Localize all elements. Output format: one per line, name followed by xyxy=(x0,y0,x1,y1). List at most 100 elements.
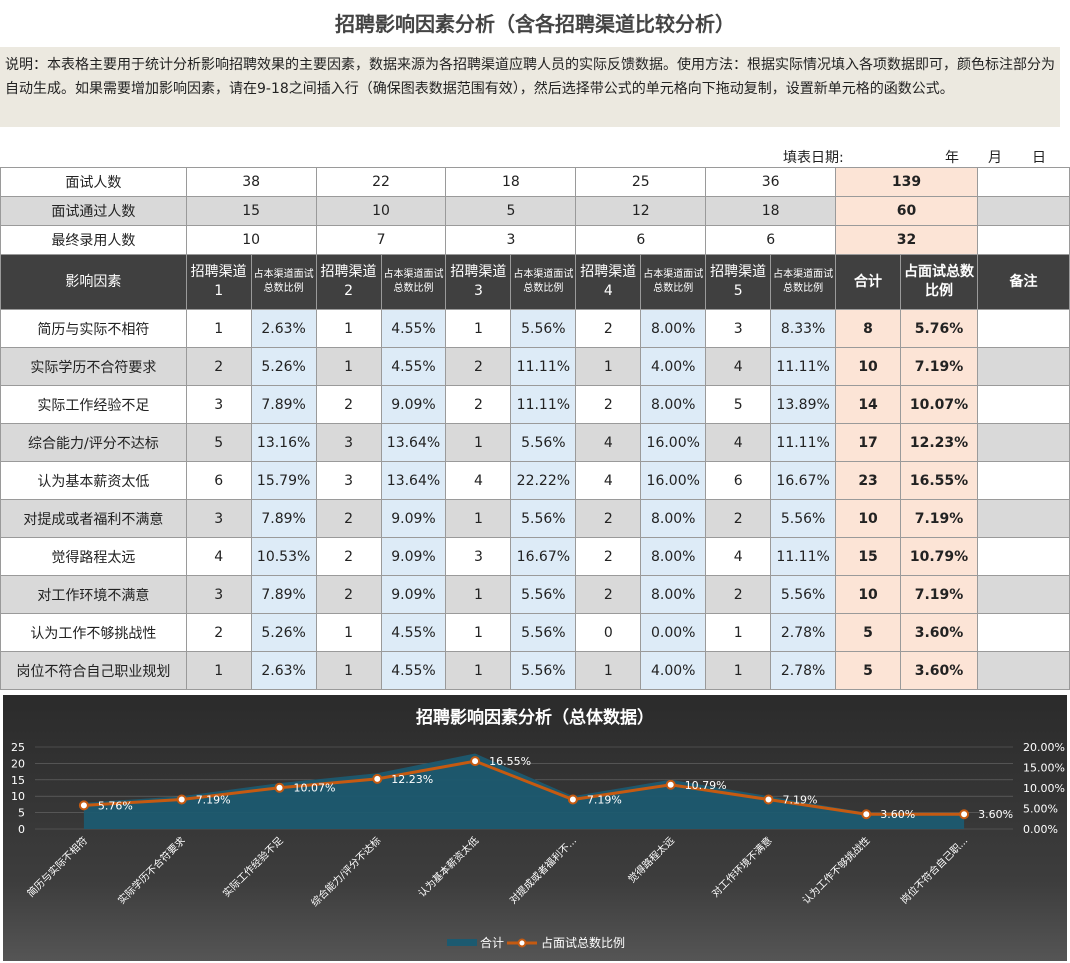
channel-ratio-cell: 4.55% xyxy=(380,347,447,386)
channel-ratio-cell: 4.55% xyxy=(380,613,447,652)
channel-ratio-cell: 5.56% xyxy=(510,309,577,348)
row-total: 10 xyxy=(835,347,902,386)
channel-ratio-cell: 8.00% xyxy=(640,385,707,424)
factor-table: 面试人数 38 22 18 25 36 139 面试通过人数 15 10 5 12 18 60 最终录用人数… xyxy=(0,167,1070,690)
channel-count-cell: 6 xyxy=(185,461,252,500)
channel-count-cell: 4 xyxy=(185,537,252,576)
line-point xyxy=(176,794,187,805)
channel-ratio-cell: 13.64% xyxy=(380,461,447,500)
summary-label: 面试通过人数 xyxy=(0,196,187,226)
table-row: 认为工作不够挑战性 2 5.26% 1 4.55% 1 5.56% 0 0.00% 1 2.78% 5… xyxy=(0,613,1070,652)
channel-ratio-cell: 16.00% xyxy=(640,461,707,500)
legend-label-ratio: 占面试总数比例 xyxy=(541,935,625,950)
channel-ratio-cell: 5.56% xyxy=(510,651,577,690)
channel-count-cell: 6 xyxy=(705,461,772,500)
factor-label: 岗位不符合自己职业规划 xyxy=(0,651,187,690)
channel-ratio-cell: 9.09% xyxy=(380,385,447,424)
channel-ratio-cell: 9.09% xyxy=(380,537,447,576)
summary-value: 7 xyxy=(315,225,447,255)
row-remark xyxy=(976,613,1070,652)
channel-count-cell: 1 xyxy=(445,613,512,652)
date-year: 年 xyxy=(945,150,959,166)
channel-ratio-cell: 9.09% xyxy=(380,575,447,614)
legend-marker-ratio xyxy=(517,938,527,948)
row-total-ratio: 7.19% xyxy=(900,499,978,538)
channel-count-cell: 1 xyxy=(445,423,512,462)
channel-ratio-cell: 16.67% xyxy=(770,461,837,500)
channel-count-cell: 1 xyxy=(315,347,382,386)
summary-value: 22 xyxy=(315,167,447,197)
channel-count-cell: 3 xyxy=(185,575,252,614)
channel-ratio-cell: 5.56% xyxy=(510,423,577,462)
channel-ratio-cell: 13.16% xyxy=(250,423,317,462)
factor-label: 对提成或者福利不满意 xyxy=(0,499,187,538)
channel-count-cell: 2 xyxy=(315,575,382,614)
line-point xyxy=(372,773,383,784)
row-remark xyxy=(976,347,1070,386)
data-label: 3.60% xyxy=(978,808,1013,821)
channel-count-cell: 3 xyxy=(185,499,252,538)
channel-count-cell: 3 xyxy=(315,461,382,500)
summary-value: 36 xyxy=(705,167,837,197)
date-bar: 填表日期: 年 月 日 xyxy=(0,145,1070,167)
header-channel-4: 招聘渠道4 xyxy=(575,254,642,310)
channel-count-cell: 4 xyxy=(705,423,772,462)
channel-count-cell: 2 xyxy=(705,575,772,614)
header-channel-2: 招聘渠道2 xyxy=(315,254,382,310)
channel-ratio-cell: 4.55% xyxy=(380,309,447,348)
y-left-tick-label: 0 xyxy=(18,823,25,836)
channel-ratio-cell: 8.00% xyxy=(640,575,707,614)
line-point xyxy=(78,800,89,811)
summary-total: 60 xyxy=(835,196,978,226)
channel-count-cell: 5 xyxy=(705,385,772,424)
channel-count-cell: 2 xyxy=(315,385,382,424)
row-total: 10 xyxy=(835,499,902,538)
channel-count-cell: 1 xyxy=(185,651,252,690)
header-ratio: 占本渠道面试总数比例 xyxy=(640,254,707,310)
channel-ratio-cell: 2.63% xyxy=(250,309,317,348)
table-row: 认为基本薪资太低 6 15.79% 3 13.64% 4 22.22% 4 16.00% 6 16.… xyxy=(0,461,1070,500)
channel-ratio-cell: 2.63% xyxy=(250,651,317,690)
channel-ratio-cell: 5.56% xyxy=(510,499,577,538)
channel-ratio-cell: 13.89% xyxy=(770,385,837,424)
channel-count-cell: 2 xyxy=(445,347,512,386)
summary-value: 6 xyxy=(575,225,707,255)
channel-ratio-cell: 8.33% xyxy=(770,309,837,348)
channel-ratio-cell: 4.55% xyxy=(380,651,447,690)
y-right-tick-label: 0.00% xyxy=(1023,823,1058,836)
header-channel-3: 招聘渠道3 xyxy=(445,254,512,310)
summary-row: 面试人数 38 22 18 25 36 139 xyxy=(0,167,1070,197)
factor-chart: 招聘影响因素分析（总体数据） 5.76% 7.19% 10.07% 12.23% 16.… xyxy=(3,695,1067,961)
channel-count-cell: 2 xyxy=(705,499,772,538)
channel-count-cell: 2 xyxy=(575,499,642,538)
date-label: 填表日期: xyxy=(783,150,844,166)
line-point xyxy=(567,794,578,805)
channel-ratio-cell: 15.79% xyxy=(250,461,317,500)
channel-ratio-cell: 7.89% xyxy=(250,499,317,538)
channel-ratio-cell: 16.00% xyxy=(640,423,707,462)
channel-count-cell: 4 xyxy=(575,423,642,462)
channel-count-cell: 2 xyxy=(315,537,382,576)
channel-count-cell: 2 xyxy=(185,347,252,386)
y-right-tick-label: 10.00% xyxy=(1023,782,1065,795)
data-label: 5.76% xyxy=(98,799,133,812)
row-total-ratio: 16.55% xyxy=(900,461,978,500)
y-left-tick-label: 15 xyxy=(11,774,25,787)
factor-label: 综合能力/评分不达标 xyxy=(0,423,187,462)
channel-count-cell: 1 xyxy=(445,309,512,348)
header-ratio: 占本渠道面试总数比例 xyxy=(250,254,317,310)
header-ratio: 占本渠道面试总数比例 xyxy=(770,254,837,310)
row-total-ratio: 7.19% xyxy=(900,347,978,386)
row-remark xyxy=(976,461,1070,500)
data-label: 3.60% xyxy=(880,808,915,821)
row-remark xyxy=(976,309,1070,348)
channel-ratio-cell: 11.11% xyxy=(510,347,577,386)
channel-count-cell: 3 xyxy=(185,385,252,424)
table-row: 简历与实际不相符 1 2.63% 1 4.55% 1 5.56% 2 8.00% 3 8.33% 8 5… xyxy=(0,309,1070,348)
summary-row: 面试通过人数 15 10 5 12 18 60 xyxy=(0,196,1070,226)
summary-label: 最终录用人数 xyxy=(0,225,187,255)
row-total: 15 xyxy=(835,537,902,576)
y-left-tick-label: 5 xyxy=(18,807,25,820)
summary-remark xyxy=(976,196,1070,226)
channel-count-cell: 4 xyxy=(705,537,772,576)
